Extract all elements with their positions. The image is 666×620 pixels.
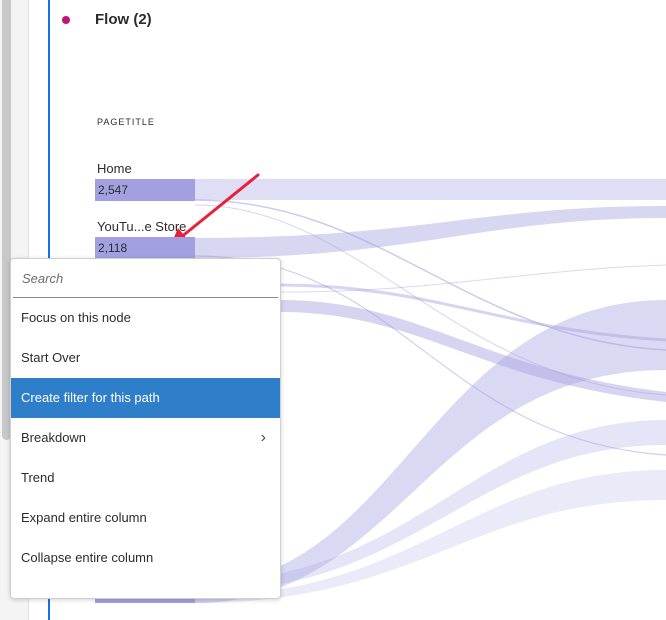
workspace: Flow (2) PAGETITLE Home 2,547 YouTu...e … <box>0 0 666 620</box>
node-label-store[interactable]: YouTu...e Store <box>97 219 186 234</box>
menu-search-input[interactable] <box>22 267 262 289</box>
menu-search <box>13 259 278 298</box>
node-context-menu: Focus on this node Start Over Create fil… <box>10 258 281 599</box>
node-label-home[interactable]: Home <box>97 161 132 176</box>
node-bar-store[interactable]: 2,118 <box>95 237 195 259</box>
node-count-store: 2,118 <box>98 241 128 255</box>
chevron-right-icon: › <box>260 429 266 446</box>
node-bar-home[interactable]: 2,547 <box>95 179 195 201</box>
menu-item-label: Focus on this node <box>21 310 131 325</box>
menu-item-label: Breakdown <box>21 430 87 445</box>
flow-link-store[interactable] <box>195 206 666 258</box>
menu-item-focus-node[interactable]: Focus on this node <box>11 298 280 338</box>
menu-item-breakdown[interactable]: Breakdown › <box>11 418 280 458</box>
menu-item-label: Collapse entire column <box>21 550 154 565</box>
node-count-home: 2,547 <box>98 183 129 197</box>
menu-item-create-filter[interactable]: Create filter for this path <box>11 378 280 418</box>
menu-item-label: Start Over <box>21 350 81 365</box>
menu-item-label: Create filter for this path <box>21 390 160 405</box>
menu-item-expand-column[interactable]: Expand entire column <box>11 498 280 538</box>
menu-item-label: Trend <box>21 470 55 485</box>
menu-list: Focus on this node Start Over Create fil… <box>11 298 280 578</box>
menu-item-trend[interactable]: Trend <box>11 458 280 498</box>
menu-item-label: Expand entire column <box>21 510 147 525</box>
menu-item-collapse-column[interactable]: Collapse entire column <box>11 538 280 578</box>
flow-link-home[interactable] <box>195 179 666 200</box>
menu-item-start-over[interactable]: Start Over <box>11 338 280 378</box>
